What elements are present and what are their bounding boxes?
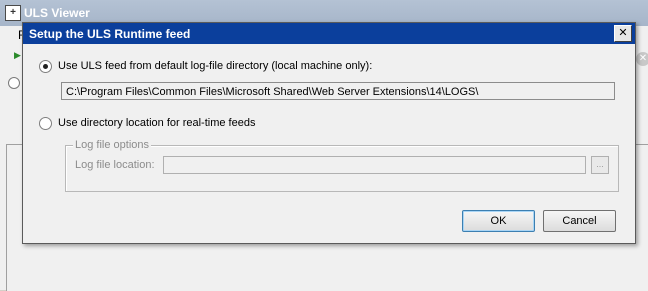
app-title: ULS Viewer (24, 6, 90, 20)
setup-runtime-feed-dialog: Setup the ULS Runtime feed ✕ Use ULS fee… (22, 22, 636, 244)
close-icon[interactable]: ✕ (636, 52, 648, 66)
dialog-titlebar: Setup the ULS Runtime feed ✕ (23, 23, 635, 44)
ok-button[interactable]: OK (462, 210, 535, 232)
cancel-button[interactable]: Cancel (543, 210, 616, 232)
dialog-title: Setup the ULS Runtime feed (29, 27, 191, 41)
radio-directory-location[interactable] (39, 117, 52, 130)
play-icon[interactable]: ▶ (14, 50, 22, 62)
background-radio[interactable] (8, 77, 20, 89)
log-file-location-input[interactable] (163, 156, 586, 174)
default-log-path-field: C:\Program Files\Common Files\Microsoft … (61, 82, 615, 100)
radio-default-directory-label[interactable]: Use ULS feed from default log-file direc… (58, 60, 372, 72)
browse-button[interactable]: ... (591, 156, 609, 174)
dialog-close-button[interactable]: ✕ (614, 25, 632, 42)
log-file-options-legend: Log file options (73, 139, 151, 151)
radio-directory-location-label[interactable]: Use directory location for real-time fee… (58, 117, 255, 129)
app-icon: + (5, 5, 21, 21)
radio-default-directory[interactable] (39, 60, 52, 73)
log-file-location-label: Log file location: (75, 159, 155, 171)
